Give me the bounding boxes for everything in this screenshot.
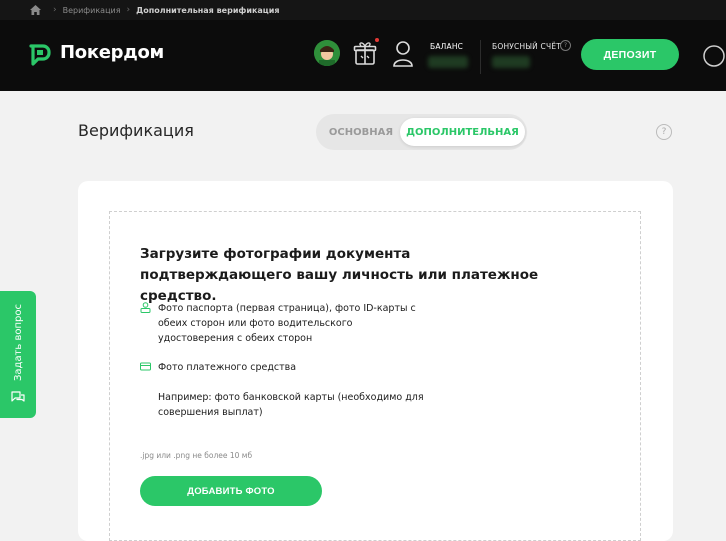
logo-icon[interactable] <box>29 44 51 66</box>
add-photo-button[interactable]: ДОБАВИТЬ ФОТО <box>140 476 322 506</box>
divider <box>480 40 481 74</box>
tab-additional[interactable]: ДОПОЛНИТЕЛЬНАЯ <box>400 118 525 146</box>
bonus-value <box>492 56 530 68</box>
breadcrumb-verification-link[interactable]: Верификация <box>63 6 121 15</box>
chevron-right-icon: › <box>126 5 131 15</box>
breadcrumb-current: Дополнительная верификация <box>136 5 280 15</box>
brand-name[interactable]: Покердом <box>60 42 164 63</box>
promo-avatar-icon[interactable] <box>314 40 340 66</box>
file-format-hint: .jpg или .png не более 10 мб <box>140 451 253 460</box>
bonus-label: БОНУСНЫЙ СЧЁТ <box>492 42 562 51</box>
help-icon[interactable]: ? <box>656 124 672 140</box>
notification-dot <box>375 38 379 42</box>
card-icon <box>140 362 151 371</box>
info-icon[interactable]: ? <box>560 40 571 51</box>
payment-example: Например: фото банковской карты (необход… <box>158 392 424 418</box>
balance-label: БАЛАНС <box>430 42 464 51</box>
home-icon[interactable] <box>30 5 41 15</box>
ask-question-tab[interactable]: Задать вопрос <box>0 291 36 418</box>
passport-requirement: Фото паспорта (первая страница), фото ID… <box>158 303 416 344</box>
menu-icon[interactable] <box>700 42 726 70</box>
gift-icon[interactable] <box>353 40 377 66</box>
upload-title: Загрузите фотографии документа подтвержд… <box>140 246 539 304</box>
balance-value <box>428 56 468 68</box>
deposit-button[interactable]: ДЕПОЗИТ <box>581 39 679 70</box>
ask-question-label: Задать вопрос <box>12 304 24 381</box>
tab-main[interactable]: ОСНОВНАЯ <box>320 118 402 146</box>
person-icon <box>140 302 151 313</box>
chat-icon <box>11 391 25 402</box>
page-title: Верификация <box>78 121 194 140</box>
chevron-right-icon: › <box>53 5 57 15</box>
site-header: Покердом БАЛАНС БОНУСНЫЙ СЧЁТ ? ДЕПОЗИТ <box>0 20 726 91</box>
breadcrumb: › Верификация › Дополнительная верификац… <box>0 0 726 20</box>
payment-requirement: Фото платежного средства <box>158 362 297 373</box>
verification-tabs: ОСНОВНАЯ ДОПОЛНИТЕЛЬНАЯ <box>316 114 527 150</box>
user-icon[interactable] <box>392 40 414 68</box>
